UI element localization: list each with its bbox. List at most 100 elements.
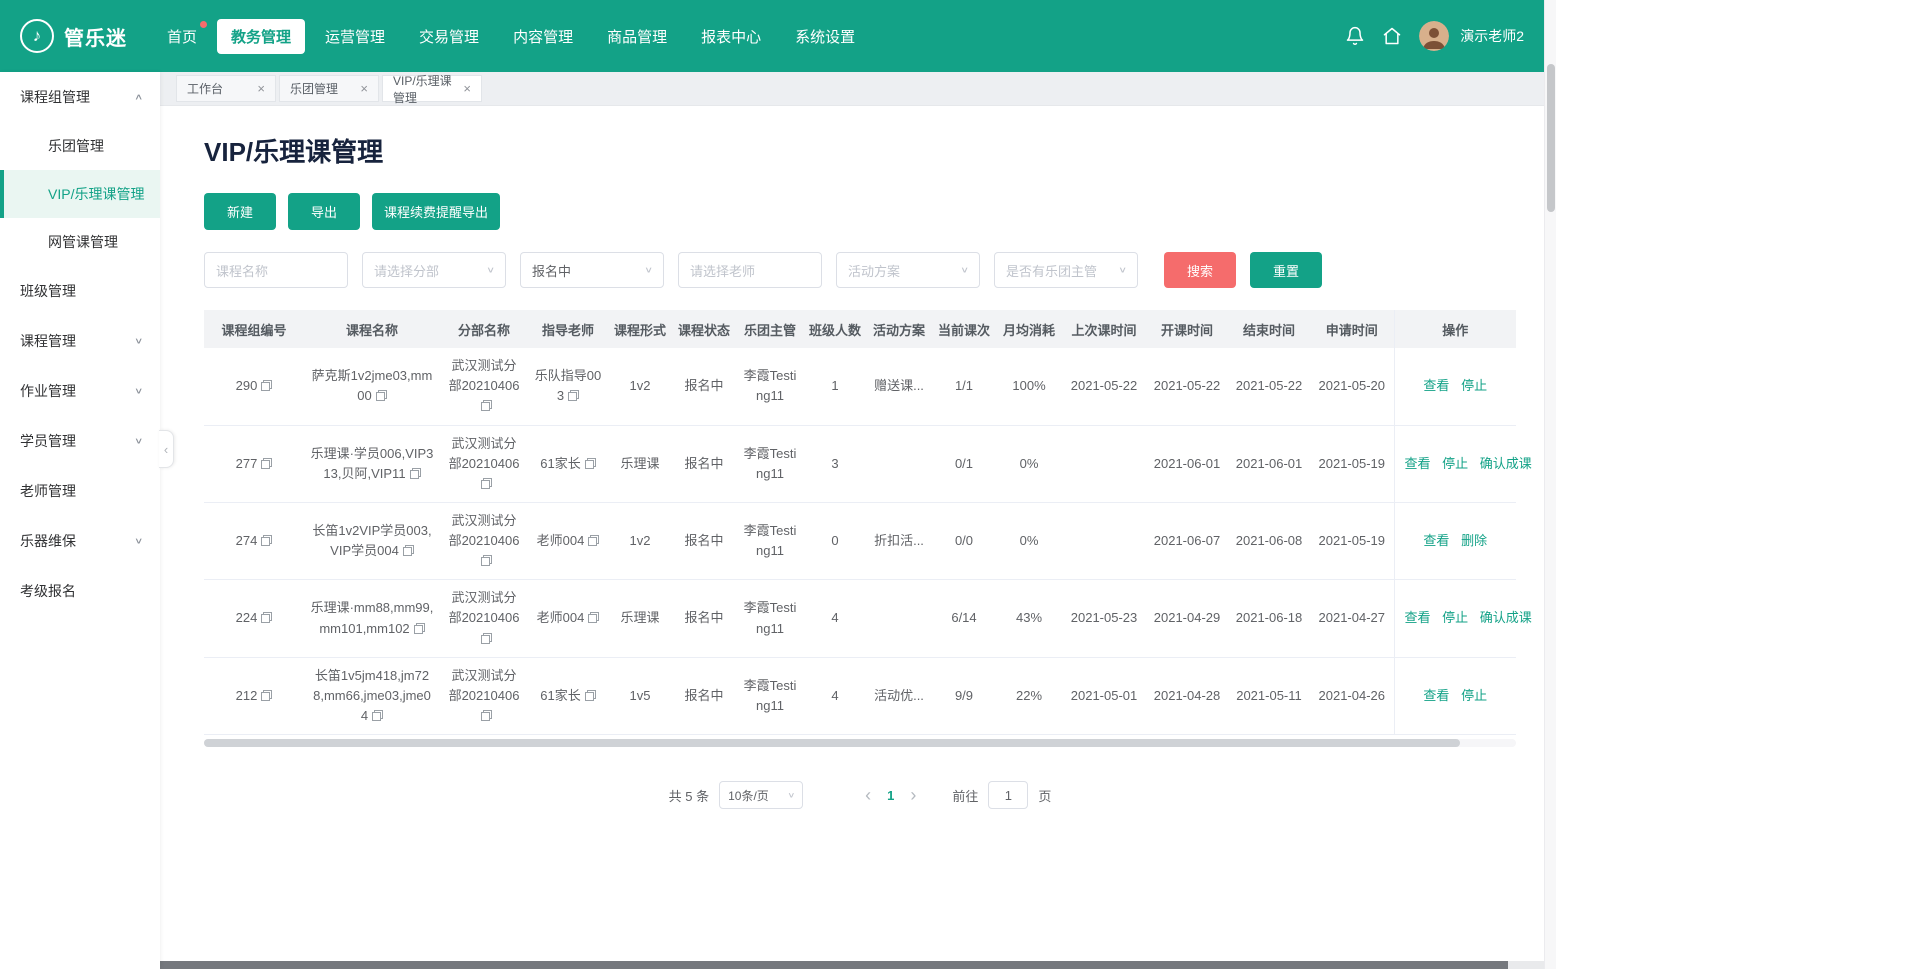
tab-close-icon[interactable]: ×	[257, 82, 265, 95]
nav-item[interactable]: 内容管理	[499, 19, 587, 54]
copy-icon[interactable]	[261, 458, 272, 469]
cell-branch: 武汉测试分部20210406	[440, 348, 528, 425]
goto-page-input[interactable]	[988, 781, 1028, 809]
row-action-link[interactable]: 查看	[1405, 610, 1431, 625]
nav-item[interactable]: 首页	[153, 19, 211, 54]
copy-icon[interactable]	[481, 555, 492, 566]
sidebar-item[interactable]: 考级报名	[0, 566, 160, 616]
toolbar-button[interactable]: 导出	[288, 193, 360, 230]
table-horizontal-scrollbar[interactable]	[204, 739, 1516, 747]
row-action-link[interactable]: 确认成课	[1480, 610, 1532, 625]
cell-status: 报名中	[672, 580, 736, 657]
cell-form: 1v5	[608, 657, 672, 734]
user-name[interactable]: 演示老师2	[1460, 26, 1524, 46]
filter-field[interactable]: 课程名称	[204, 252, 348, 288]
app-logo[interactable]: ♪ 管乐迷	[20, 19, 127, 53]
reset-button[interactable]: 重置	[1250, 252, 1322, 288]
copy-icon[interactable]	[588, 535, 599, 546]
copy-icon[interactable]	[481, 400, 492, 411]
copy-icon[interactable]	[414, 623, 425, 634]
logo-icon: ♪	[20, 19, 54, 53]
filter-field-text: 请选择老师	[690, 261, 755, 280]
filter-field[interactable]: 报名中 ∨	[520, 252, 664, 288]
next-page-button[interactable]: ›	[910, 786, 916, 804]
scrollbar-thumb[interactable]	[0, 961, 1508, 969]
row-action-link[interactable]: 查看	[1423, 378, 1449, 393]
nav-item[interactable]: 教务管理	[217, 19, 305, 54]
filter-field[interactable]: 请选择老师	[678, 252, 822, 288]
scrollbar-thumb[interactable]	[204, 739, 1460, 747]
cell-class-size: 0	[804, 502, 866, 579]
row-action-link[interactable]: 查看	[1405, 456, 1431, 471]
page-horizontal-scrollbar[interactable]	[0, 961, 1544, 969]
row-action-link[interactable]: 确认成课	[1480, 456, 1532, 471]
copy-icon[interactable]	[410, 468, 421, 479]
col-header-course-name: 课程名称	[304, 310, 440, 348]
copy-icon[interactable]	[481, 478, 492, 489]
cell-course-id: 212	[204, 657, 304, 734]
copy-icon[interactable]	[481, 633, 492, 644]
copy-icon[interactable]	[403, 545, 414, 556]
copy-icon[interactable]	[585, 458, 596, 469]
bell-icon[interactable]	[1345, 26, 1365, 46]
sidebar-item[interactable]: 学员管理 ∨	[0, 416, 160, 466]
col-header-class-size: 班级人数	[804, 310, 866, 348]
tab[interactable]: 乐团管理 ×	[279, 75, 379, 102]
nav-item-label: 交易管理	[419, 29, 479, 46]
tab-label: 工作台	[187, 80, 223, 97]
nav-item[interactable]: 报表中心	[687, 19, 775, 54]
prev-page-button[interactable]: ‹	[865, 786, 871, 804]
filter-field[interactable]: 是否有乐团主管 ∨	[994, 252, 1138, 288]
page-size-select[interactable]: 10条/页 ∨	[719, 781, 803, 809]
copy-icon[interactable]	[261, 612, 272, 623]
sidebar-item[interactable]: 课程组管理 ∧	[0, 72, 160, 122]
scrollbar-thumb[interactable]	[1547, 64, 1555, 212]
row-action-link[interactable]: 停止	[1461, 378, 1487, 393]
copy-icon[interactable]	[568, 390, 579, 401]
copy-icon[interactable]	[261, 690, 272, 701]
sidebar-subitem[interactable]: VIP/乐理课管理	[0, 170, 160, 218]
row-action-link[interactable]: 停止	[1461, 688, 1487, 703]
copy-icon[interactable]	[261, 535, 272, 546]
sidebar-item[interactable]: 老师管理	[0, 466, 160, 516]
copy-icon[interactable]	[585, 690, 596, 701]
tab[interactable]: 工作台 ×	[176, 75, 276, 102]
copy-icon[interactable]	[261, 380, 272, 391]
sidebar-subitem[interactable]: 乐团管理	[0, 122, 160, 170]
row-action-link[interactable]: 查看	[1423, 533, 1449, 548]
cell-teacher: 乐队指导003	[528, 348, 608, 425]
sidebar-item[interactable]: 课程管理 ∨	[0, 316, 160, 366]
row-action-link[interactable]: 停止	[1442, 610, 1468, 625]
nav-item[interactable]: 系统设置	[781, 19, 869, 54]
sidebar-item[interactable]: 乐器维保 ∨	[0, 516, 160, 566]
tab-close-icon[interactable]: ×	[360, 82, 368, 95]
home-icon[interactable]	[1382, 26, 1402, 46]
table-header-row: 课程组编号 课程名称 分部名称 指导老师 课程形式 课程状态 乐团主管 班级人数…	[204, 310, 1516, 348]
sidebar-subitem[interactable]: 网管课管理	[0, 218, 160, 266]
cell-class-size: 3	[804, 425, 866, 502]
tab-close-icon[interactable]: ×	[463, 82, 471, 95]
current-page[interactable]: 1	[887, 788, 894, 803]
toolbar-button[interactable]: 课程续费提醒导出	[372, 193, 500, 230]
row-action-link[interactable]: 查看	[1423, 688, 1449, 703]
row-action-link[interactable]: 删除	[1461, 533, 1487, 548]
toolbar-button[interactable]: 新建	[204, 193, 276, 230]
filter-field[interactable]: 请选择分部 ∨	[362, 252, 506, 288]
sidebar-collapse-handle[interactable]: ‹	[159, 430, 174, 468]
copy-icon[interactable]	[376, 390, 387, 401]
copy-icon[interactable]	[372, 710, 383, 721]
row-action-link[interactable]: 停止	[1442, 456, 1468, 471]
nav-item[interactable]: 交易管理	[405, 19, 493, 54]
filter-field[interactable]: 活动方案 ∨	[836, 252, 980, 288]
search-button[interactable]: 搜索	[1164, 252, 1236, 288]
tab[interactable]: VIP/乐理课管理 ×	[382, 75, 482, 102]
sidebar-item[interactable]: 班级管理	[0, 266, 160, 316]
user-avatar[interactable]	[1419, 21, 1449, 51]
page-vertical-scrollbar[interactable]	[1544, 0, 1556, 969]
copy-icon[interactable]	[588, 612, 599, 623]
nav-item[interactable]: 运营管理	[311, 19, 399, 54]
copy-icon[interactable]	[481, 710, 492, 721]
sidebar-item[interactable]: 作业管理 ∨	[0, 366, 160, 416]
nav-item[interactable]: 商品管理	[593, 19, 681, 54]
cell-start-date: 2021-06-07	[1146, 502, 1228, 579]
